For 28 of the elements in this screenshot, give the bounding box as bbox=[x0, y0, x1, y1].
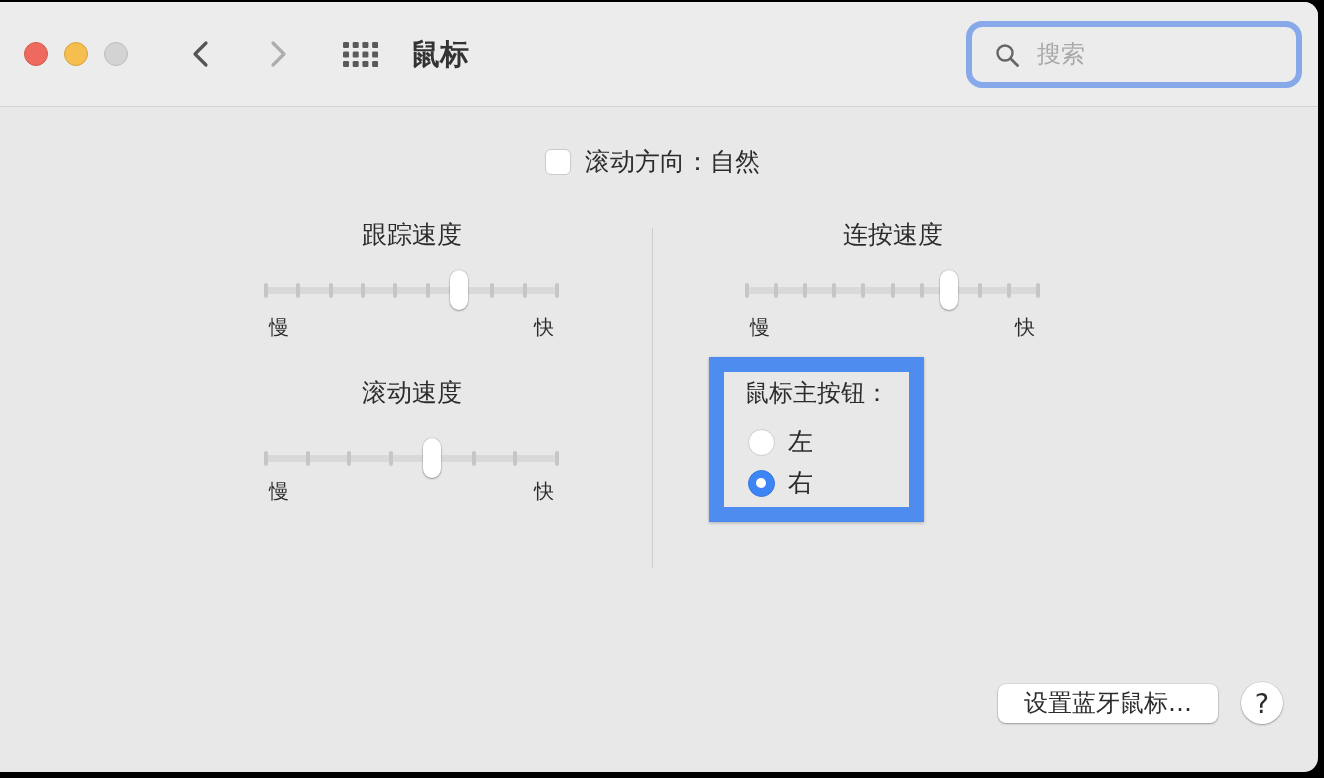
slider-title: 滚动速度 bbox=[361, 378, 462, 408]
checkbox[interactable] bbox=[544, 149, 571, 175]
slider-thumb[interactable] bbox=[423, 437, 442, 478]
slider-thumb[interactable] bbox=[449, 269, 468, 310]
bluetooth-setup-button[interactable]: 设置蓝牙鼠标… bbox=[998, 683, 1218, 723]
radio-group-label: 鼠标主按钮： bbox=[744, 378, 889, 408]
search-field[interactable]: 搜索 bbox=[966, 20, 1302, 88]
slider-min-label: 慢 bbox=[750, 315, 770, 339]
window-title: 鼠标 bbox=[411, 36, 469, 72]
slider-thumb[interactable] bbox=[939, 269, 958, 310]
slider-max-label: 快 bbox=[534, 315, 554, 339]
search-icon bbox=[995, 42, 1019, 67]
slider-title: 连按速度 bbox=[842, 220, 943, 250]
radio-button[interactable] bbox=[747, 428, 775, 456]
slider-min-label: 慢 bbox=[269, 315, 289, 339]
close-icon[interactable] bbox=[24, 42, 48, 66]
chevron-left-icon[interactable] bbox=[191, 40, 209, 68]
slider-max-label: 快 bbox=[1015, 315, 1035, 339]
minimize-icon[interactable] bbox=[64, 42, 88, 66]
grid-icon[interactable] bbox=[343, 41, 378, 67]
help-button[interactable]: ? bbox=[1241, 682, 1283, 724]
slider-title: 跟踪速度 bbox=[361, 220, 462, 250]
slider-max-label: 快 bbox=[534, 479, 554, 503]
radio-label: 左 bbox=[787, 427, 813, 457]
radio-label: 右 bbox=[787, 468, 813, 498]
radio-button[interactable] bbox=[747, 469, 775, 497]
checkbox-label: 滚动方向：自然 bbox=[584, 147, 760, 177]
slider-min-label: 慢 bbox=[269, 479, 289, 503]
